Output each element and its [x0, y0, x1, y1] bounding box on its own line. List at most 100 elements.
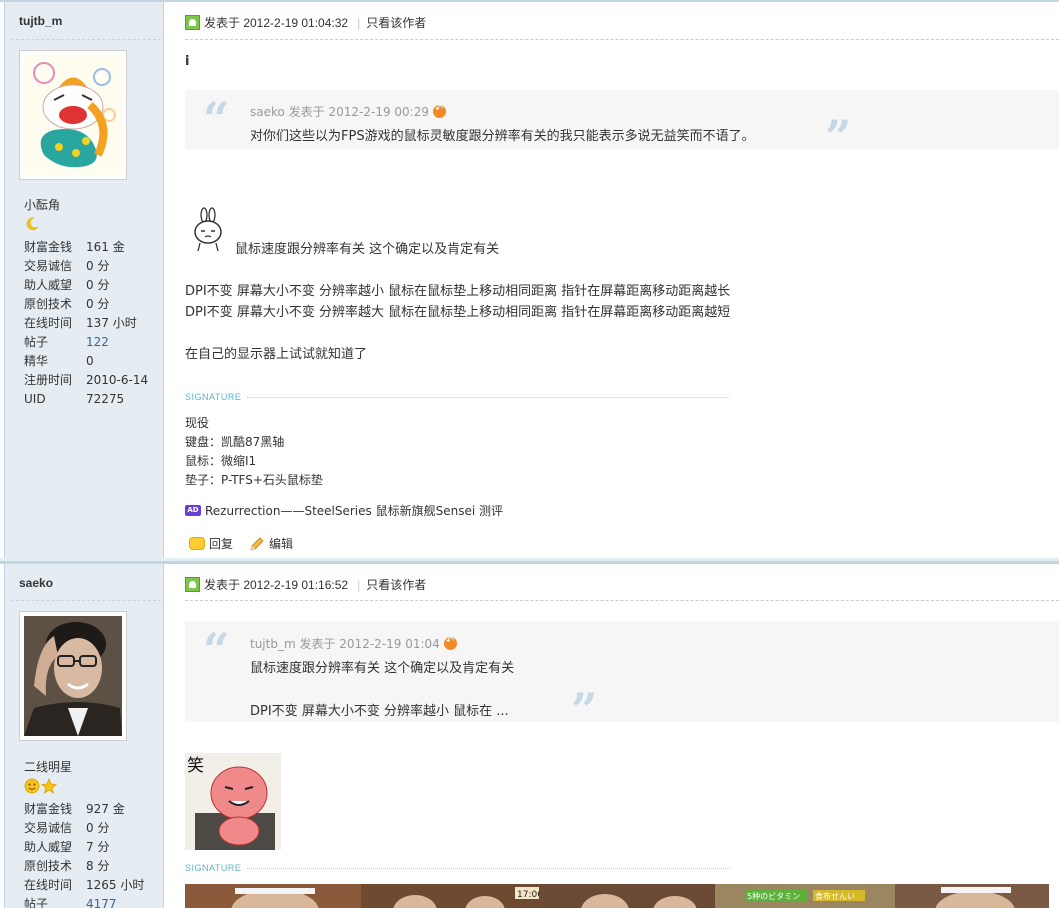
avatar[interactable] — [19, 611, 127, 741]
quote-text: 对你们这些以为FPS游戏的鼠标灵敏度跟分辨率有关的我只能表示多说无益笑而不语了。 — [250, 129, 755, 144]
posts-count-link[interactable]: 4177 — [86, 895, 117, 908]
quote-author: saeko 发表于 2012-2-19 00:29 — [250, 105, 429, 119]
signature-line: 键盘：凯酷87黑轴 — [185, 435, 285, 449]
edit-label: 编辑 — [269, 537, 294, 551]
stat-value: 161 金 — [86, 240, 125, 254]
reply-icon — [189, 537, 205, 550]
divider — [185, 600, 1059, 601]
post-timestamp: 发表于 2012-2-19 01:04:32 — [204, 16, 349, 30]
jump-to-quote-icon[interactable] — [432, 104, 446, 118]
author-only-link[interactable]: 只看该作者 — [366, 576, 426, 593]
signature-line: 垫子：P-TFS+石头鼠标垫 — [185, 473, 323, 487]
signature-divider — [247, 397, 730, 398]
stat-label: 原创技术 — [24, 297, 73, 311]
stat-label: 助人威望 — [24, 278, 73, 292]
stat-label: 财富金钱 — [24, 802, 73, 816]
post-body-line: DPI不变 屏幕大小不变 分辨率越小 鼠标在鼠标垫上移动相同距离 指针在屏幕距离… — [185, 284, 731, 299]
stat-label: 原创技术 — [24, 859, 73, 873]
signature-label: SIGNATURE — [185, 863, 242, 873]
stat-label: 交易诚信 — [24, 821, 73, 835]
signature-label: SIGNATURE — [185, 392, 242, 402]
stat-value: 0 分 — [86, 278, 110, 292]
stat-label: UID — [24, 392, 46, 406]
close-quote-icon: ” — [825, 110, 852, 164]
post-1: tujtb_m 小酝角 财富金钱 161 金 交易诚信 0 分 助人威望 0 分… — [0, 0, 1059, 558]
banner-caption: 食布せんい — [815, 891, 855, 901]
ad-link[interactable]: AD Rezurrection——SteelSeries 鼠标新旗舰Sensei… — [185, 502, 503, 519]
edit-button[interactable]: 编辑 — [249, 535, 293, 552]
signature-divider — [247, 868, 730, 869]
stat-label: 在线时间 — [24, 316, 73, 330]
post-header: 发表于 2012-2-19 01:16:52 | 只看该作者 — [185, 576, 426, 593]
jump-to-quote-icon[interactable] — [443, 636, 457, 650]
quote-block: “ tujtb_m 发表于 2012-2-19 01:04 鼠标速度跟分辨率有关… — [185, 621, 1059, 733]
stat-label: 助人威望 — [24, 840, 73, 854]
divider — [11, 39, 161, 40]
author-only-link[interactable]: 只看该作者 — [366, 14, 426, 31]
banner-caption: 5种のビタミン — [747, 891, 800, 901]
stat-value: 7 分 — [86, 840, 110, 854]
stat-label: 帖子 — [24, 335, 49, 349]
quote-header: saeko 发表于 2012-2-19 00:29 — [250, 103, 446, 120]
author-sidebar: tujtb_m 小酝角 财富金钱 161 金 交易诚信 0 分 助人威望 0 分… — [4, 2, 164, 558]
user-rank: 小酝角 — [24, 198, 61, 212]
snake-avatar-image — [24, 55, 122, 175]
avatar[interactable] — [19, 50, 127, 180]
separator: | — [357, 577, 361, 592]
stat-label: 帖子 — [24, 897, 49, 908]
emoticon-caption: 笑 — [187, 756, 204, 776]
quote-header: tujtb_m 发表于 2012-2-19 01:04 — [250, 635, 457, 652]
stat-value: 2010-6-14 — [86, 373, 149, 387]
reply-label: 回复 — [209, 537, 234, 551]
stat-value: 1265 小时 — [86, 878, 145, 892]
stat-value: 0 分 — [86, 259, 110, 273]
post-body-line: 在自己的显示器上试试就知道了 — [185, 347, 368, 362]
signature-banner-image: 17:06 5种のビタミン 食布せんい — [185, 884, 1049, 908]
author-sidebar: saeko 二线明星 财富金钱 927 金 交易诚信 0 分 助人威望 7 分 … — [4, 564, 164, 908]
stat-value: 72275 — [86, 392, 125, 406]
laughing-face-emoticon: 笑 — [185, 753, 281, 850]
post-first-line: i — [185, 54, 190, 69]
signature-line: 鼠标：微缩I1 — [185, 454, 257, 468]
user-stats: 财富金钱 927 金 交易诚信 0 分 助人威望 7 分 原创技术 8 分 在线时间 12… — [24, 800, 144, 908]
post-actions: 回复 编辑 — [189, 535, 309, 552]
posts-count-link[interactable]: 122 — [86, 333, 109, 352]
author-name[interactable]: saeko — [19, 576, 53, 590]
signature-text: 现役 键盘：凯酷87黑轴 鼠标：微缩I1 垫子：P-TFS+石头鼠标垫 — [185, 414, 323, 490]
open-quote-icon: “ — [203, 623, 230, 677]
post-body-line: 鼠标速度跟分辨率有关 这个确定以及肯定有关 — [235, 242, 500, 257]
close-quote-icon: ” — [571, 683, 598, 737]
signature-line: 现役 — [185, 416, 210, 430]
stat-label: 交易诚信 — [24, 259, 73, 273]
post-body-line: DPI不变 屏幕大小不变 分辨率越大 鼠标在鼠标垫上移动相同距离 指针在屏幕距离… — [185, 305, 731, 320]
stat-value: 137 小时 — [86, 316, 137, 330]
stat-label: 在线时间 — [24, 878, 73, 892]
ad-text[interactable]: Rezurrection——SteelSeries 鼠标新旗舰Sensei 测评 — [205, 502, 503, 519]
post-content: 发表于 2012-2-19 01:04:32 | 只看该作者 i “ saeko… — [165, 2, 1059, 558]
online-status-icon — [185, 15, 200, 30]
divider — [185, 39, 1059, 40]
author-name[interactable]: tujtb_m — [19, 14, 62, 28]
post-2: saeko 二线明星 财富金钱 927 金 交易诚信 0 分 助人威望 7 分 … — [0, 561, 1059, 908]
stat-label: 精华 — [24, 354, 49, 368]
bunny-emoticon-icon — [194, 207, 222, 252]
ad-icon: AD — [185, 505, 201, 516]
stat-value: 927 金 — [86, 802, 125, 816]
quote-text: DPI不变 屏幕大小不变 分辨率越小 鼠标在 ... — [250, 704, 509, 719]
post-header: 发表于 2012-2-19 01:04:32 | 只看该作者 — [185, 14, 426, 31]
star-rank-icon — [24, 777, 57, 794]
stat-label: 财富金钱 — [24, 240, 73, 254]
post-timestamp: 发表于 2012-2-19 01:16:52 — [204, 578, 349, 592]
separator: | — [357, 15, 361, 30]
online-status-icon — [185, 577, 200, 592]
quote-block: “ saeko 发表于 2012-2-19 00:29 对你们这些以为FPS游戏… — [185, 90, 1059, 160]
user-stats: 财富金钱 161 金 交易诚信 0 分 助人威望 0 分 原创技术 0 分 在线时间 13… — [24, 238, 148, 409]
post-content: 发表于 2012-2-19 01:16:52 | 只看该作者 “ tujtb_m… — [165, 564, 1059, 908]
open-quote-icon: “ — [203, 92, 230, 146]
stat-value: 0 分 — [86, 297, 110, 311]
quote-text: 鼠标速度跟分辨率有关 这个确定以及肯定有关 — [250, 661, 515, 676]
moon-rank-icon — [26, 217, 39, 231]
stat-value: 0 分 — [86, 821, 110, 835]
reply-button[interactable]: 回复 — [189, 535, 233, 552]
stat-label: 注册时间 — [24, 373, 73, 387]
